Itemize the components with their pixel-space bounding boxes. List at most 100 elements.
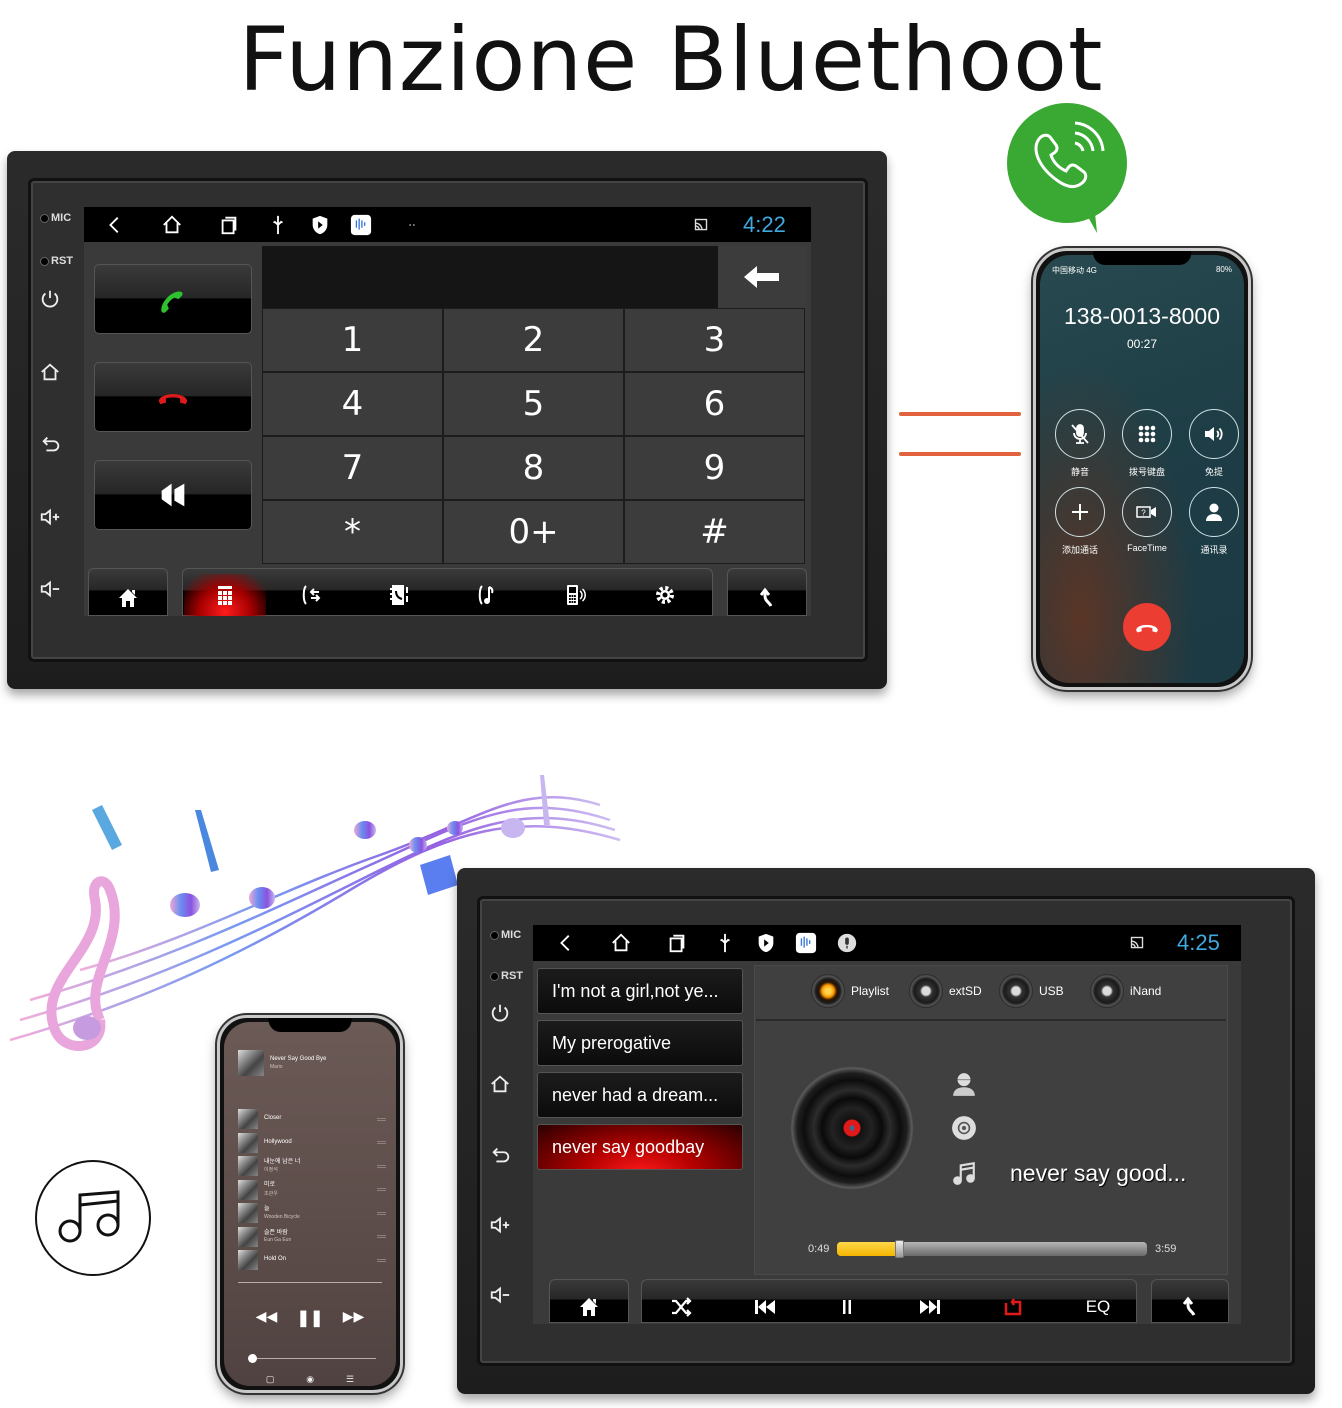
keypad-key[interactable]: 8 [443, 436, 624, 500]
queue-item[interactable]: 미로 조관우 [238, 1179, 386, 1201]
home-icon[interactable] [610, 932, 632, 954]
progress-bar[interactable] [837, 1240, 1147, 1258]
home-icon[interactable] [549, 1290, 629, 1323]
speaker-button[interactable] [1189, 409, 1239, 459]
keypad-key[interactable]: 6 [624, 372, 805, 436]
backspace-button[interactable] [718, 246, 806, 308]
backspace-arrow-icon [744, 266, 779, 288]
keypad-key[interactable]: 2 [443, 308, 624, 372]
source-inand-button[interactable]: iNand [1090, 974, 1161, 1008]
clock: 4:25 [1177, 930, 1220, 955]
repeat-icon[interactable] [986, 1290, 1040, 1323]
source-playlist-button[interactable]: Playlist [811, 974, 889, 1008]
keypad-key[interactable]: * [262, 500, 443, 564]
queue-subtitle: Eun Ga Eun [264, 1237, 292, 1244]
rewind-icon[interactable]: ◀◀ [256, 1308, 278, 1328]
recents-icon[interactable] [218, 214, 240, 236]
mini-progress[interactable] [238, 1282, 382, 1283]
fast-forward-icon[interactable]: ▶▶ [343, 1308, 365, 1328]
reorder-handle-icon[interactable] [377, 1164, 386, 1168]
contacts-icon[interactable] [358, 574, 440, 616]
source-radio-icon [999, 974, 1033, 1008]
volume-up-icon[interactable] [39, 506, 61, 528]
call-music-icon[interactable] [446, 574, 528, 616]
track-item[interactable]: never say goodbay [537, 1124, 743, 1170]
shuffle-icon[interactable] [654, 1290, 708, 1323]
pause-icon[interactable]: ❚❚ [297, 1308, 324, 1328]
radio-app-icon[interactable] [350, 214, 372, 236]
phone-link-icon[interactable] [534, 574, 616, 616]
mini-volume-slider[interactable] [248, 1354, 376, 1363]
queue-item[interactable]: 슬픈 바람 Eun Ga Eun [238, 1226, 386, 1248]
radio-app-icon[interactable] [795, 932, 817, 954]
facetime-button[interactable]: ? [1122, 487, 1172, 537]
keypad-key[interactable]: 9 [624, 436, 805, 500]
end-call-button[interactable] [1123, 603, 1171, 651]
reorder-handle-icon[interactable] [377, 1211, 386, 1215]
queue-item[interactable]: 늘 Wooden Bicycle [238, 1202, 386, 1224]
answer-call-button[interactable] [94, 264, 252, 334]
source-usb-button[interactable]: USB [999, 974, 1064, 1008]
keypad-button[interactable] [1122, 409, 1172, 459]
pause-icon[interactable] [820, 1290, 874, 1323]
dialpad-icon[interactable] [184, 574, 266, 616]
volume-up-icon[interactable] [489, 1214, 511, 1236]
status-bar: 4:25 [533, 925, 1241, 961]
return-icon[interactable] [727, 580, 807, 616]
keypad-key[interactable]: 7 [262, 436, 443, 500]
call-transfer-icon[interactable] [270, 574, 352, 616]
keypad-key[interactable]: 1 [262, 308, 443, 372]
queue-icon[interactable]: ☰ [346, 1374, 354, 1385]
volume-down-icon[interactable] [489, 1284, 511, 1306]
lyrics-icon[interactable]: ▢ [266, 1374, 275, 1385]
queue-title: Hollywood [264, 1138, 292, 1145]
power-icon[interactable] [39, 288, 61, 310]
airplay-icon[interactable]: ◉ [306, 1374, 314, 1385]
keypad-key[interactable]: 3 [624, 308, 805, 372]
source-extsd-button[interactable]: extSD [909, 974, 982, 1008]
home-icon[interactable] [39, 361, 61, 383]
queue-item[interactable]: 내눈에 남은 너 이정석 [238, 1155, 386, 1177]
queue-item[interactable]: Hold On [238, 1249, 386, 1271]
recents-icon[interactable] [666, 932, 688, 954]
power-icon[interactable] [489, 1002, 511, 1024]
queue-item[interactable]: Closer [238, 1108, 386, 1130]
reorder-handle-icon[interactable] [377, 1188, 386, 1191]
reorder-handle-icon[interactable] [377, 1141, 386, 1144]
speaker-button[interactable] [94, 460, 252, 530]
home-icon[interactable] [489, 1073, 511, 1095]
next-icon[interactable] [903, 1290, 957, 1323]
dial-number-display[interactable] [262, 246, 718, 308]
add-call-button[interactable] [1055, 487, 1105, 537]
back-icon[interactable] [40, 433, 62, 455]
previous-icon[interactable] [738, 1290, 792, 1323]
keypad-key[interactable]: 5 [443, 372, 624, 436]
home-icon[interactable] [88, 580, 168, 616]
queue-item[interactable]: Hollywood [238, 1132, 386, 1154]
eq-button[interactable]: EQ [1070, 1290, 1126, 1323]
mute-button[interactable] [1055, 409, 1105, 459]
keypad-key[interactable]: 0+ [443, 500, 624, 564]
volume-down-icon[interactable] [39, 578, 61, 600]
settings-icon[interactable] [624, 574, 706, 616]
reorder-handle-icon[interactable] [377, 1235, 386, 1238]
back-icon[interactable] [490, 1144, 512, 1166]
home-icon[interactable] [161, 214, 183, 236]
reorder-handle-icon[interactable] [377, 1117, 386, 1121]
reorder-handle-icon[interactable] [377, 1258, 386, 1262]
track-item[interactable]: never had a dream... [537, 1072, 743, 1118]
track-item[interactable]: My prerogative [537, 1020, 743, 1066]
back-chevron-icon[interactable] [104, 214, 126, 236]
keypad-key[interactable]: 4 [262, 372, 443, 436]
volume-thumb[interactable] [248, 1354, 257, 1363]
back-chevron-icon[interactable] [555, 932, 577, 954]
source-radio-icon [1090, 974, 1124, 1008]
keypad-key[interactable]: # [624, 500, 805, 564]
hang-up-button[interactable] [94, 362, 252, 432]
track-item[interactable]: I'm not a girl,not ye... [537, 968, 743, 1014]
progress-thumb[interactable] [895, 1240, 904, 1258]
return-icon[interactable] [1151, 1290, 1229, 1323]
mic-icon[interactable] [836, 932, 858, 954]
contacts-button[interactable] [1189, 487, 1239, 537]
status-bar: 4:22 [84, 207, 811, 242]
